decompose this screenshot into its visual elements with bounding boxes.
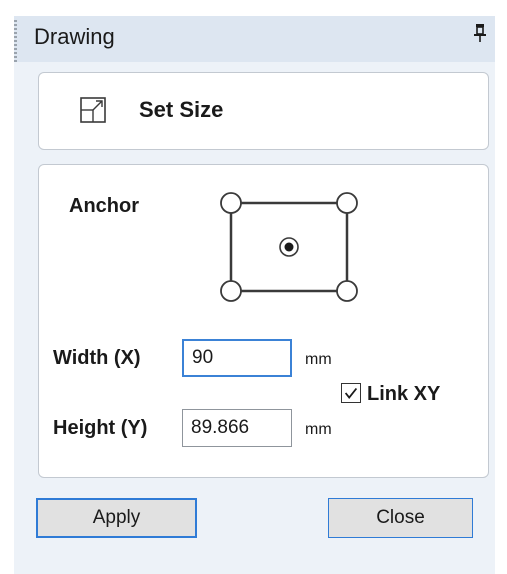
- close-button[interactable]: Close: [328, 498, 473, 538]
- height-label: Height (Y): [53, 417, 148, 439]
- anchor-top-right-radio[interactable]: [336, 192, 358, 214]
- anchor-bottom-left-radio[interactable]: [220, 280, 242, 302]
- drawing-panel: Drawing Set Size Anchor Width (X) 90 mm …: [14, 16, 495, 574]
- anchor-top-left-radio[interactable]: [220, 192, 242, 214]
- height-unit: mm: [305, 421, 332, 438]
- width-unit: mm: [305, 351, 332, 368]
- link-xy-label[interactable]: Link XY: [367, 383, 440, 406]
- drag-grip[interactable]: [14, 20, 17, 62]
- width-input[interactable]: [182, 339, 292, 377]
- set-size-label: Set Size: [139, 97, 224, 122]
- height-input[interactable]: [182, 409, 292, 447]
- panel-title: Drawing: [34, 24, 115, 49]
- link-xy-checkbox[interactable]: [341, 383, 361, 403]
- resize-icon: [80, 97, 106, 123]
- anchor-label: Anchor: [69, 195, 139, 217]
- anchor-selector[interactable]: [217, 191, 363, 303]
- apply-button[interactable]: Apply: [36, 498, 197, 538]
- panel-header: Drawing: [14, 16, 495, 62]
- pin-icon[interactable]: [471, 22, 489, 44]
- width-label: Width (X): [53, 347, 141, 369]
- anchor-bottom-right-radio[interactable]: [336, 280, 358, 302]
- set-size-card[interactable]: Set Size: [38, 72, 489, 150]
- set-size-form: Anchor Width (X) mm Link XY Height (Y) m…: [38, 164, 489, 478]
